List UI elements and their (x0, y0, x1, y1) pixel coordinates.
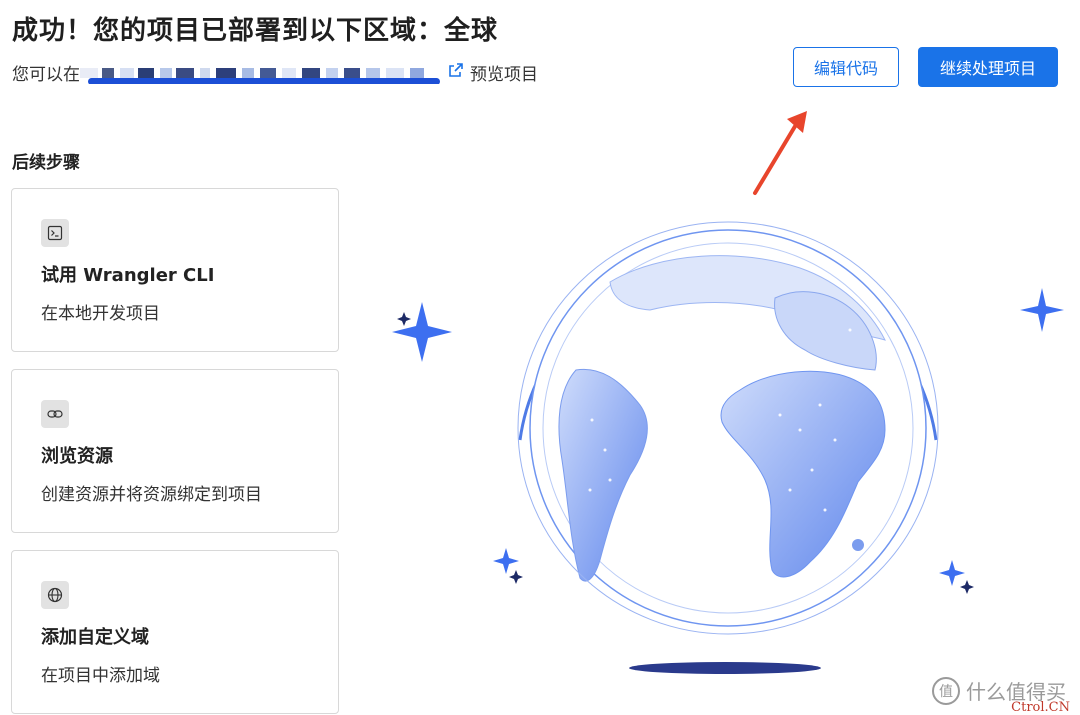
card-title: 添加自定义域 (41, 627, 149, 648)
card-browse-resources[interactable]: 浏览资源 创建资源并将资源绑定到项目 (11, 369, 339, 533)
card-title: 试用 Wrangler CLI (41, 265, 215, 286)
card-desc: 创建资源并将资源绑定到项目 (41, 485, 262, 505)
terminal-icon (41, 219, 69, 247)
subtitle-prefix: 您可以在 (12, 65, 80, 85)
external-link-icon (448, 62, 464, 83)
annotation-arrow (753, 111, 807, 195)
next-steps-title: 后续步骤 (12, 153, 80, 173)
edit-code-button[interactable]: 编辑代码 (793, 47, 899, 87)
deploy-subtitle: 您可以在 预览项目 (12, 60, 538, 85)
page-title: 成功！您的项目已部署到以下区域：全球 (12, 16, 499, 46)
watermark-logo-icon: 值 (932, 676, 960, 705)
card-title: 浏览资源 (41, 446, 113, 467)
globe-illustration (380, 190, 1080, 700)
watermark-site: Ctrol.CN (1011, 700, 1070, 715)
card-wrangler-cli[interactable]: 试用 Wrangler CLI 在本地开发项目 (11, 188, 339, 352)
globe-icon (41, 581, 69, 609)
card-desc: 在项目中添加域 (41, 666, 160, 686)
preview-project-label: 预览项目 (470, 65, 538, 85)
card-desc: 在本地开发项目 (41, 304, 160, 324)
link-icon (41, 400, 69, 428)
continue-project-button[interactable]: 继续处理项目 (918, 47, 1058, 87)
preview-project-link[interactable]: 预览项目 (448, 60, 538, 85)
card-custom-domain[interactable]: 添加自定义域 在项目中添加域 (11, 550, 339, 714)
redacted-url (80, 62, 440, 84)
